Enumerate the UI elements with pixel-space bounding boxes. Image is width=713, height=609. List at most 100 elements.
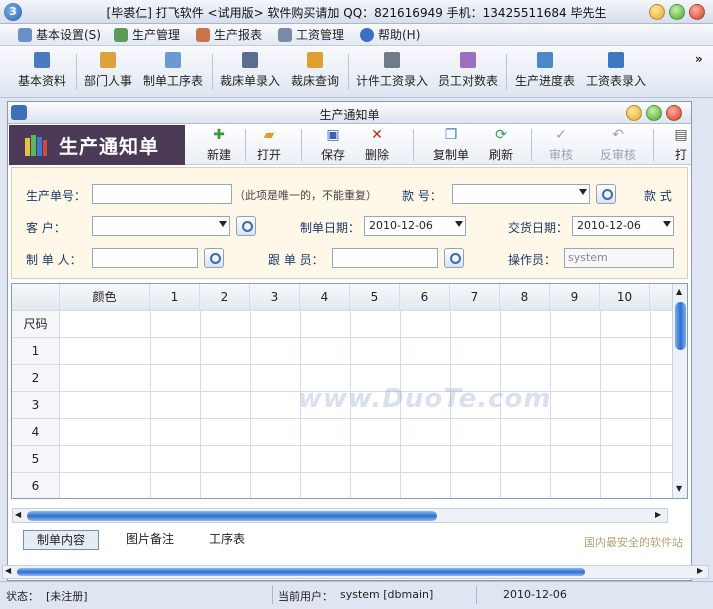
- status-bar: 状态： [未注册] 当前用户： system [dbmain] 2010-12-…: [0, 581, 713, 609]
- folder-open-icon: ▰: [263, 127, 275, 143]
- toolbar-divider: [531, 129, 532, 161]
- status-divider: [272, 586, 273, 604]
- inner-minimize-icon[interactable]: [626, 105, 642, 121]
- scroll-left-icon[interactable]: ◀: [15, 510, 21, 519]
- tab-image-notes[interactable]: 图片备注: [115, 530, 185, 550]
- production-notice-window: 生产通知单 生产通知单 ✚ 新建 ▰ 打开 ▣ 保存 ✕ 删除 ❐ 复制单 ⟳ …: [7, 101, 692, 581]
- unaudit-button[interactable]: ↶ 反审核: [593, 126, 643, 164]
- undo-icon: ↶: [612, 127, 624, 143]
- scroll-right-icon[interactable]: ▶: [697, 566, 703, 575]
- scroll-thumb[interactable]: [17, 568, 585, 576]
- print-button[interactable]: ▤ 打: [671, 126, 691, 164]
- scroll-up-icon[interactable]: ▲: [676, 287, 682, 296]
- cutting-query-button[interactable]: 裁床查询: [288, 50, 342, 94]
- delivery-date-label: 交货日期：: [508, 221, 569, 235]
- window-title: [毕裘仁] 打飞软件 <试用版> 软件购买请加 QQ：821616949 手机：…: [106, 6, 607, 20]
- checkmark-icon: ✓: [555, 127, 567, 143]
- menu-production[interactable]: 生产管理: [114, 27, 180, 43]
- main-horizontal-scrollbar[interactable]: ◀ ▶: [2, 565, 709, 579]
- toolbar-label: 裁床查询: [290, 74, 339, 88]
- factory-icon: [114, 28, 128, 42]
- basic-data-icon: [34, 52, 50, 68]
- toolbar-label: 计件工资录入: [355, 74, 428, 88]
- scroll-right-icon[interactable]: ▶: [655, 510, 661, 519]
- order-date-picker[interactable]: 2010-12-06: [364, 216, 466, 236]
- piecework-wage-button[interactable]: 计件工资录入: [354, 50, 430, 94]
- inner-close-icon[interactable]: [666, 105, 682, 121]
- print-icon: ▤: [674, 127, 688, 143]
- row-number: 4: [12, 419, 60, 446]
- toolbar-label: 生产进度表: [514, 74, 575, 88]
- document-toolbar: ✚ 新建 ▰ 打开 ▣ 保存 ✕ 删除 ❐ 复制单 ⟳ 刷新 ✓ 审核 ↶ 反审…: [185, 125, 691, 165]
- size-column-header: 8: [500, 284, 550, 311]
- button-label: 刷新: [488, 148, 513, 162]
- style-no-select[interactable]: [452, 184, 590, 204]
- cutting-entry-button[interactable]: 裁床单录入: [218, 50, 282, 94]
- app-title-bar: 3 [毕裘仁] 打飞软件 <试用版> 软件购买请加 QQ：821616949 手…: [0, 0, 713, 24]
- new-button[interactable]: ✚ 新建: [199, 126, 239, 164]
- open-button[interactable]: ▰ 打开: [249, 126, 289, 164]
- toolbar-divider: [212, 54, 213, 90]
- order-no-input[interactable]: [92, 184, 232, 204]
- delete-button[interactable]: ✕ 删除: [357, 126, 397, 164]
- current-user-value: system [dbmain]: [340, 588, 434, 601]
- toolbar-divider: [413, 129, 414, 161]
- audit-button[interactable]: ✓ 审核: [541, 126, 581, 164]
- process-sheet-button[interactable]: 制单工序表: [140, 50, 206, 94]
- salary-icon: [278, 28, 292, 42]
- delivery-date-picker[interactable]: 2010-12-06: [572, 216, 674, 236]
- scroll-thumb[interactable]: [27, 511, 437, 521]
- inner-maximize-icon[interactable]: [646, 105, 662, 121]
- follower-input[interactable]: [332, 248, 438, 268]
- basic-data-button[interactable]: 基本资料: [14, 50, 70, 94]
- menu-basic-settings[interactable]: 基本设置(S): [18, 27, 101, 43]
- save-button[interactable]: ▣ 保存: [313, 126, 353, 164]
- department-hr-button[interactable]: 部门人事: [82, 50, 134, 94]
- menu-salary[interactable]: 工资管理: [278, 27, 344, 43]
- customer-select[interactable]: [92, 216, 230, 236]
- customer-lookup-icon[interactable]: [236, 216, 256, 236]
- status-divider: [476, 586, 477, 604]
- refresh-button[interactable]: ⟳ 刷新: [481, 126, 521, 164]
- toolbar-divider: [348, 54, 349, 90]
- process-sheet-icon: [165, 52, 181, 68]
- employee-reconcile-button[interactable]: 员工对数表: [436, 50, 500, 94]
- row-number: 5: [12, 446, 60, 473]
- scroll-left-icon[interactable]: ◀: [5, 566, 11, 575]
- tab-process-sheet[interactable]: 工序表: [197, 530, 257, 550]
- menu-help[interactable]: 帮助(H): [360, 27, 420, 43]
- refresh-icon: ⟳: [495, 127, 507, 143]
- tab-order-content[interactable]: 制单内容: [23, 530, 99, 550]
- production-progress-button[interactable]: 生产进度表: [512, 50, 578, 94]
- menu-label: 生产报表: [214, 28, 263, 42]
- status-label: 状态：: [6, 590, 39, 603]
- order-no-hint: （此项是唯一的，不能重复）: [234, 189, 377, 202]
- size-column-header: 5: [350, 284, 400, 311]
- close-icon[interactable]: [689, 4, 705, 20]
- menu-label: 生产管理: [132, 28, 181, 42]
- toolbar-overflow-icon[interactable]: »: [695, 52, 703, 66]
- size-column-header: 10: [600, 284, 650, 311]
- maximize-icon[interactable]: [669, 4, 685, 20]
- status-date: 2010-12-06: [503, 588, 567, 601]
- scroll-thumb[interactable]: [675, 302, 686, 350]
- toolbar-divider: [76, 54, 77, 90]
- copy-order-button[interactable]: ❐ 复制单: [429, 126, 473, 164]
- row-number: 3: [12, 392, 60, 419]
- scroll-down-icon[interactable]: ▼: [676, 484, 682, 493]
- maker-lookup-icon[interactable]: [204, 248, 224, 268]
- menu-production-report[interactable]: 生产报表: [196, 27, 262, 43]
- grid-vertical-scrollbar[interactable]: ▲ ▼: [672, 284, 687, 498]
- follower-lookup-icon[interactable]: [444, 248, 464, 268]
- size-column-header: 3: [250, 284, 300, 311]
- order-form: 生产单号： （此项是唯一的，不能重复） 款 号： 款 式 客 户： 制单日期： …: [11, 167, 688, 279]
- style-lookup-icon[interactable]: [596, 184, 616, 204]
- grid-horizontal-scrollbar[interactable]: ◀ ▶: [12, 508, 668, 523]
- toolbar-label: 员工对数表: [437, 74, 498, 88]
- maker-input[interactable]: [92, 248, 198, 268]
- calculator-icon: [384, 52, 400, 68]
- employee-icon: [460, 52, 476, 68]
- minimize-icon[interactable]: [649, 4, 665, 20]
- row-number: 1: [12, 338, 60, 365]
- wage-sheet-button[interactable]: 工资表录入: [584, 50, 648, 94]
